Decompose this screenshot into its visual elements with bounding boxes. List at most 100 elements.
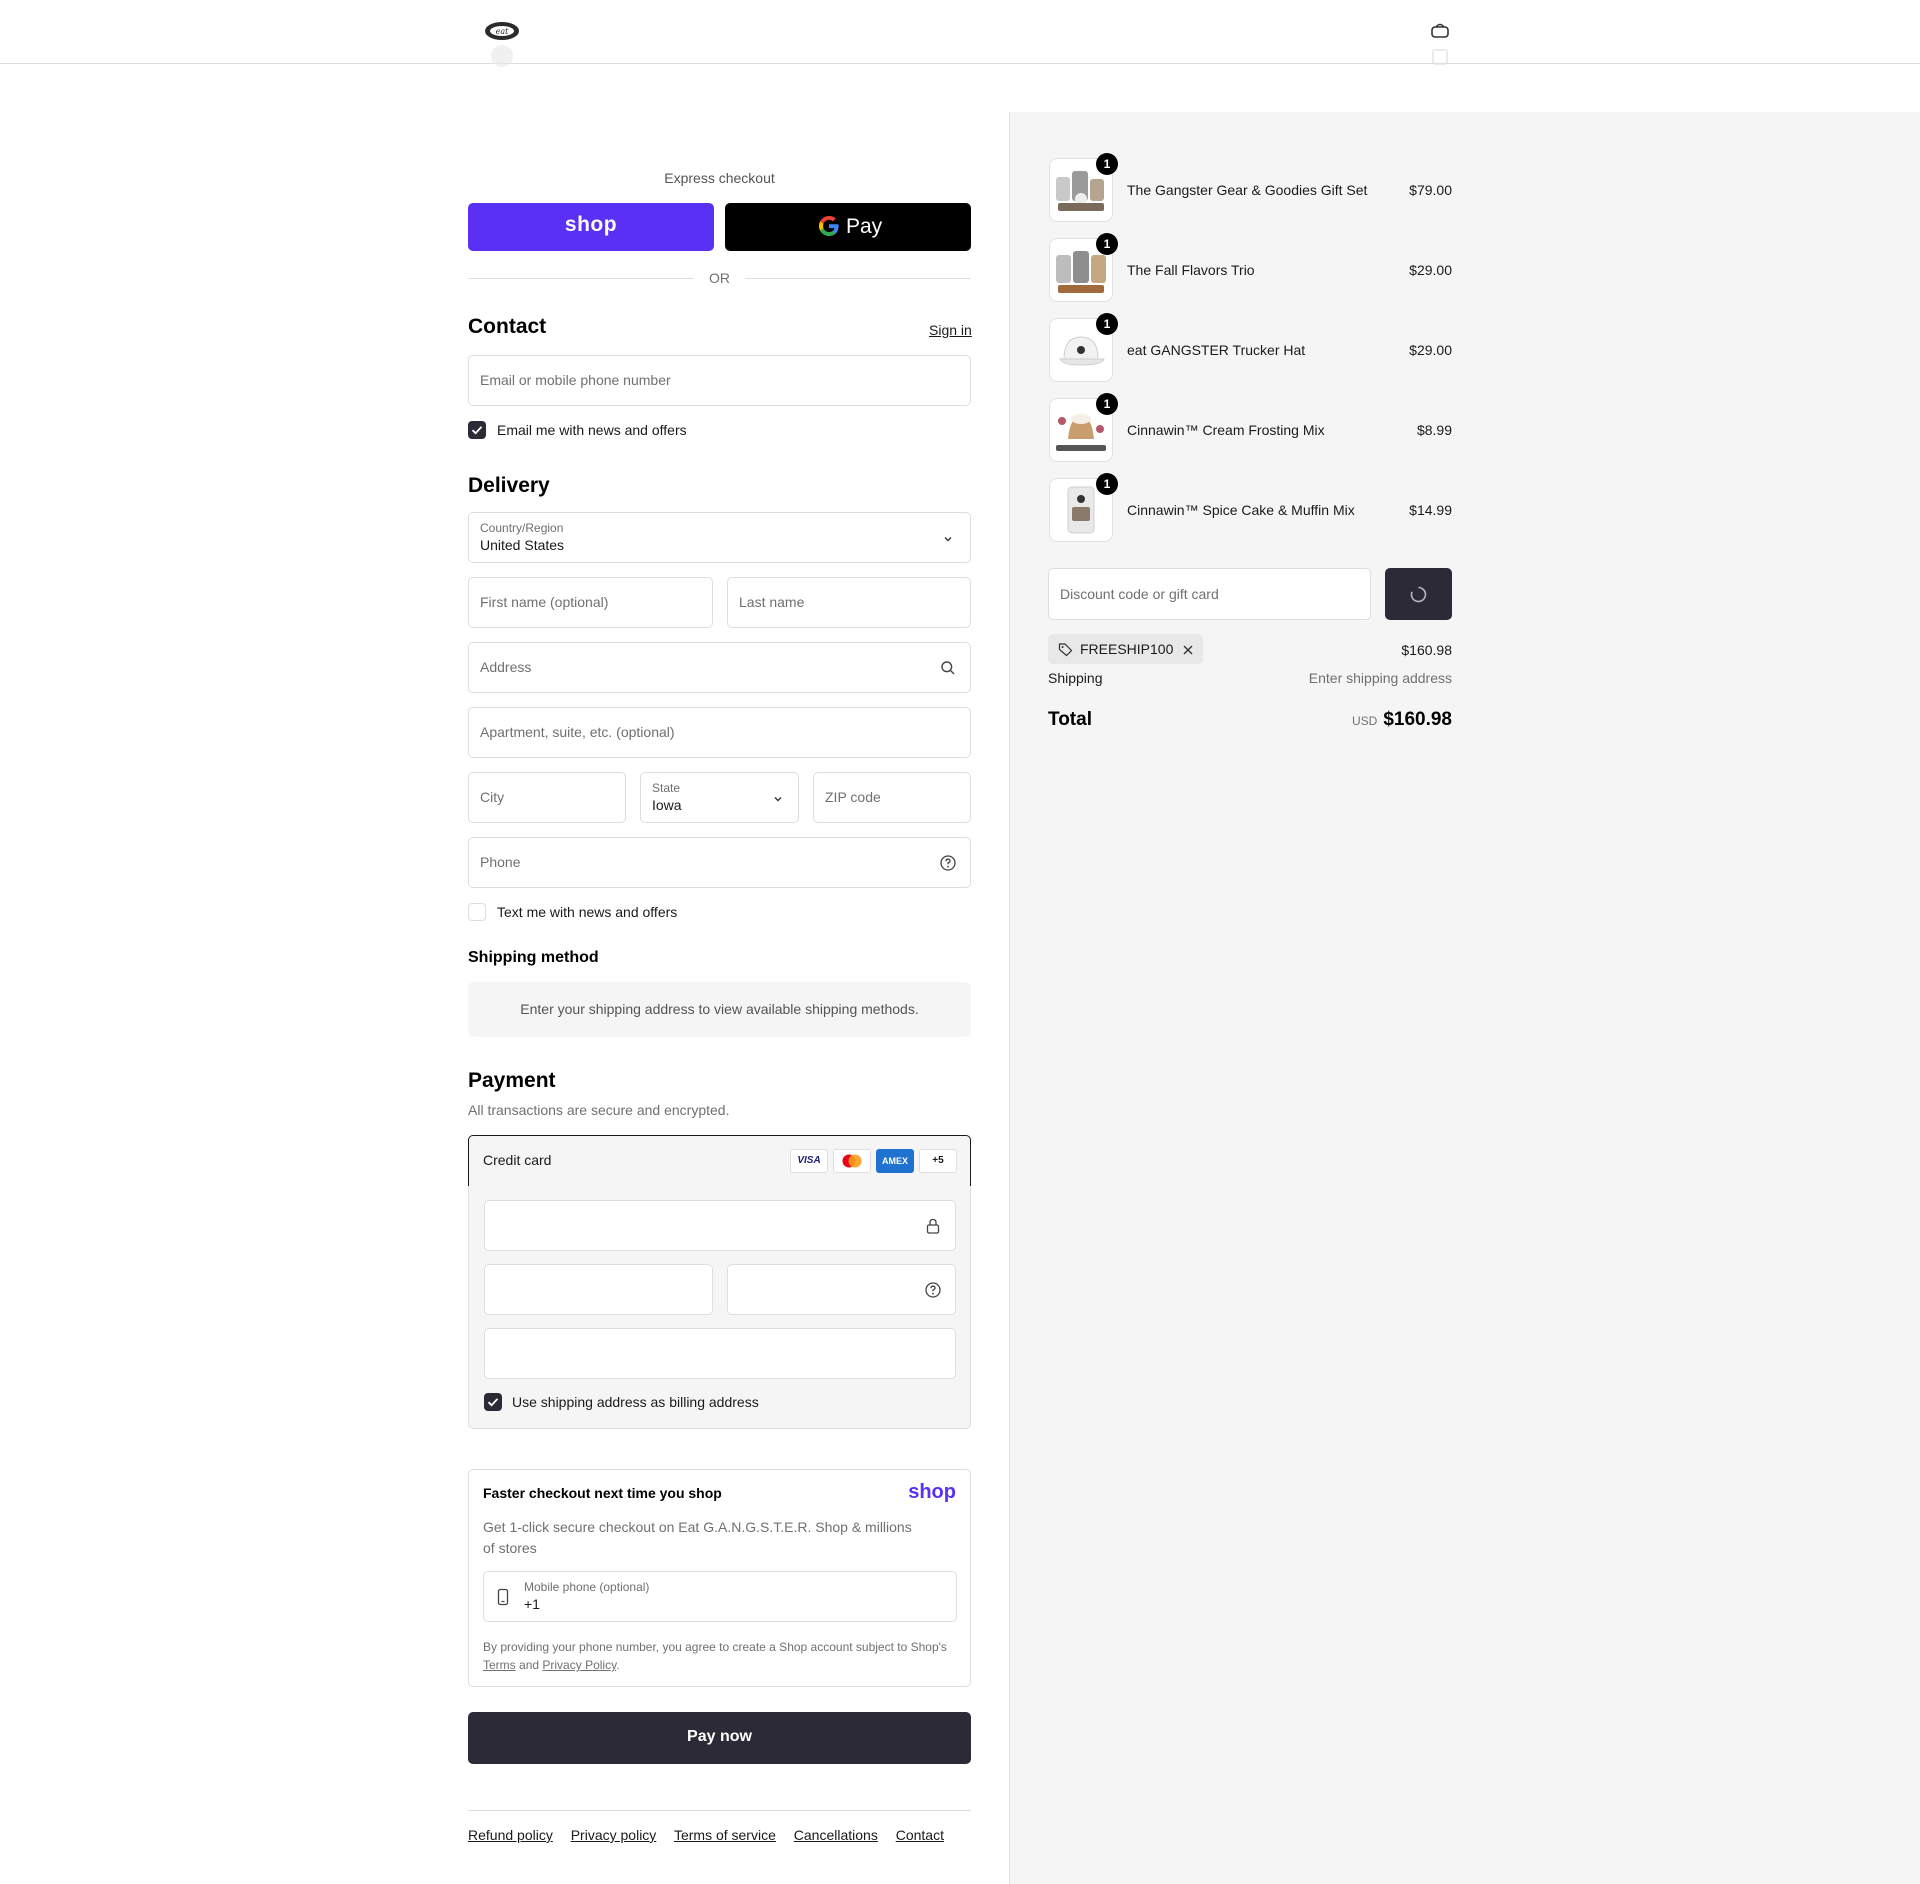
security-code-field[interactable] bbox=[727, 1264, 956, 1315]
state-label: State bbox=[652, 781, 681, 795]
mobile-phone-field[interactable]: Mobile phone (optional) +1 bbox=[483, 1571, 957, 1622]
apply-discount-button[interactable] bbox=[1385, 568, 1452, 620]
apartment-field[interactable]: Apartment, suite, etc. (optional) bbox=[468, 707, 971, 758]
city-field[interactable]: City bbox=[468, 772, 626, 823]
pay-now-label: Pay now bbox=[687, 1728, 752, 1745]
address-field[interactable]: Address bbox=[468, 642, 971, 693]
last-name-placeholder: Last name bbox=[739, 594, 805, 610]
lock-icon bbox=[926, 1218, 940, 1234]
total-label: Total bbox=[1048, 709, 1092, 730]
zip-field[interactable]: ZIP code bbox=[813, 772, 971, 823]
express-checkout-title: Express checkout bbox=[664, 170, 775, 186]
terms-of-service-link[interactable]: Terms of service bbox=[674, 1827, 776, 1843]
discount-code-field[interactable]: Discount code or gift card bbox=[1048, 568, 1371, 620]
legal-period: . bbox=[616, 1658, 620, 1672]
country-select[interactable]: Country/Region United States bbox=[468, 512, 971, 563]
cart-item-name: Cinnawin™ Spice Cake & Muffin Mix bbox=[1127, 502, 1355, 518]
store-logo[interactable]: eat bbox=[483, 18, 521, 74]
shopping-bag-icon[interactable] bbox=[1430, 22, 1450, 70]
cart-item-price: $29.00 bbox=[1409, 342, 1452, 358]
cancellations-link[interactable]: Cancellations bbox=[794, 1827, 878, 1843]
phone-field[interactable]: Phone bbox=[468, 837, 971, 888]
quantity-badge: 1 bbox=[1096, 313, 1118, 335]
credit-card-form: Use shipping address as billing address bbox=[468, 1186, 971, 1429]
google-pay-label: Pay bbox=[846, 215, 883, 238]
email-news-checkbox[interactable] bbox=[468, 421, 486, 439]
google-pay-button[interactable]: Pay bbox=[725, 203, 971, 251]
help-circle-icon[interactable] bbox=[939, 854, 957, 872]
pay-now-button[interactable]: Pay now bbox=[468, 1712, 971, 1764]
name-on-card-field[interactable] bbox=[484, 1328, 956, 1379]
cart-item-price: $14.99 bbox=[1409, 502, 1452, 518]
payment-heading: Payment bbox=[468, 1069, 556, 1092]
country-value: United States bbox=[480, 537, 565, 553]
first-name-field[interactable]: First name (optional) bbox=[468, 577, 713, 628]
shipping-label: Shipping bbox=[1048, 670, 1103, 686]
cart-item-price: $29.00 bbox=[1409, 262, 1452, 278]
help-circle-icon[interactable] bbox=[924, 1281, 942, 1299]
footer-divider bbox=[468, 1810, 971, 1811]
refund-policy-link[interactable]: Refund policy bbox=[468, 1827, 553, 1843]
header-bar bbox=[0, 0, 1920, 64]
mobile-phone-label: Mobile phone (optional) bbox=[524, 1580, 650, 1594]
visa-icon: VISA bbox=[790, 1149, 828, 1173]
state-select[interactable]: State Iowa bbox=[640, 772, 799, 823]
subtotal-value: $160.98 bbox=[1401, 642, 1452, 658]
contact-link[interactable]: Contact bbox=[896, 1827, 944, 1843]
text-news-checkbox[interactable] bbox=[468, 903, 486, 921]
email-field[interactable]: Email or mobile phone number bbox=[468, 355, 971, 406]
product-thumbnail: 1 bbox=[1049, 313, 1118, 382]
or-divider-text: OR bbox=[709, 270, 730, 286]
delivery-heading: Delivery bbox=[468, 474, 550, 497]
shop-pay-optin-box: Faster checkout next time you shop shop … bbox=[468, 1469, 971, 1687]
shop-pay-description: Get 1-click secure checkout on Eat G.A.N… bbox=[483, 1519, 912, 1556]
terms-link[interactable]: Terms bbox=[483, 1658, 516, 1672]
credit-card-label: Credit card bbox=[483, 1152, 552, 1168]
cart-item-name: The Gangster Gear & Goodies Gift Set bbox=[1127, 182, 1368, 198]
close-icon[interactable] bbox=[1182, 644, 1194, 656]
last-name-field[interactable]: Last name bbox=[727, 577, 971, 628]
quantity-badge: 1 bbox=[1096, 233, 1118, 255]
quantity-badge: 1 bbox=[1096, 393, 1118, 415]
legal-and: and bbox=[519, 1658, 540, 1672]
country-label: Country/Region bbox=[480, 521, 564, 535]
cart-item-name: The Fall Flavors Trio bbox=[1127, 262, 1255, 278]
mastercard-icon bbox=[833, 1149, 871, 1173]
state-value: Iowa bbox=[652, 797, 682, 813]
credit-card-option[interactable]: Credit card VISA AMEX +5 bbox=[468, 1135, 971, 1187]
amex-icon: AMEX bbox=[876, 1149, 914, 1173]
product-thumbnail: 1 bbox=[1049, 473, 1118, 542]
footer-links: Refund policy Privacy policy Terms of se… bbox=[468, 1827, 958, 1843]
cart-item-price: $79.00 bbox=[1409, 182, 1452, 198]
cart-item-name: Cinnawin™ Cream Frosting Mix bbox=[1127, 422, 1325, 438]
svg-text:eat: eat bbox=[496, 27, 510, 36]
text-news-label: Text me with news and offers bbox=[497, 904, 678, 920]
search-icon bbox=[941, 661, 955, 675]
expiry-field[interactable] bbox=[484, 1264, 713, 1315]
email-placeholder: Email or mobile phone number bbox=[480, 372, 671, 388]
first-name-placeholder: First name (optional) bbox=[480, 594, 609, 610]
shop-pay-optin-title: Faster checkout next time you shop bbox=[483, 1485, 722, 1501]
mobile-phone-value: +1 bbox=[524, 1596, 540, 1612]
total-value: $160.98 bbox=[1383, 709, 1452, 730]
cart-item-price: $8.99 bbox=[1416, 422, 1452, 438]
city-placeholder: City bbox=[480, 789, 505, 805]
loading-spinner-icon bbox=[1410, 586, 1427, 603]
apartment-placeholder: Apartment, suite, etc. (optional) bbox=[480, 724, 675, 740]
order-summary-panel bbox=[1009, 112, 1920, 1884]
address-placeholder: Address bbox=[480, 659, 532, 675]
phone-placeholder: Phone bbox=[480, 854, 521, 870]
google-g-icon bbox=[817, 214, 841, 238]
card-number-field[interactable] bbox=[484, 1200, 956, 1251]
quantity-badge: 1 bbox=[1096, 153, 1118, 175]
legal-text: By providing your phone number, you agre… bbox=[483, 1640, 947, 1654]
shop-pay-button[interactable]: shop bbox=[468, 203, 714, 251]
privacy-policy-link[interactable]: Privacy Policy bbox=[542, 1658, 616, 1672]
billing-address-checkbox[interactable] bbox=[484, 1393, 502, 1411]
sign-in-link[interactable]: Sign in bbox=[929, 322, 972, 338]
discount-code-text: FREESHIP100 bbox=[1080, 641, 1174, 657]
privacy-policy-footer-link[interactable]: Privacy policy bbox=[571, 1827, 657, 1843]
chevron-down-icon bbox=[944, 537, 952, 542]
cart-item-name: eat GANGSTER Trucker Hat bbox=[1127, 342, 1306, 358]
contact-heading: Contact bbox=[468, 315, 547, 338]
